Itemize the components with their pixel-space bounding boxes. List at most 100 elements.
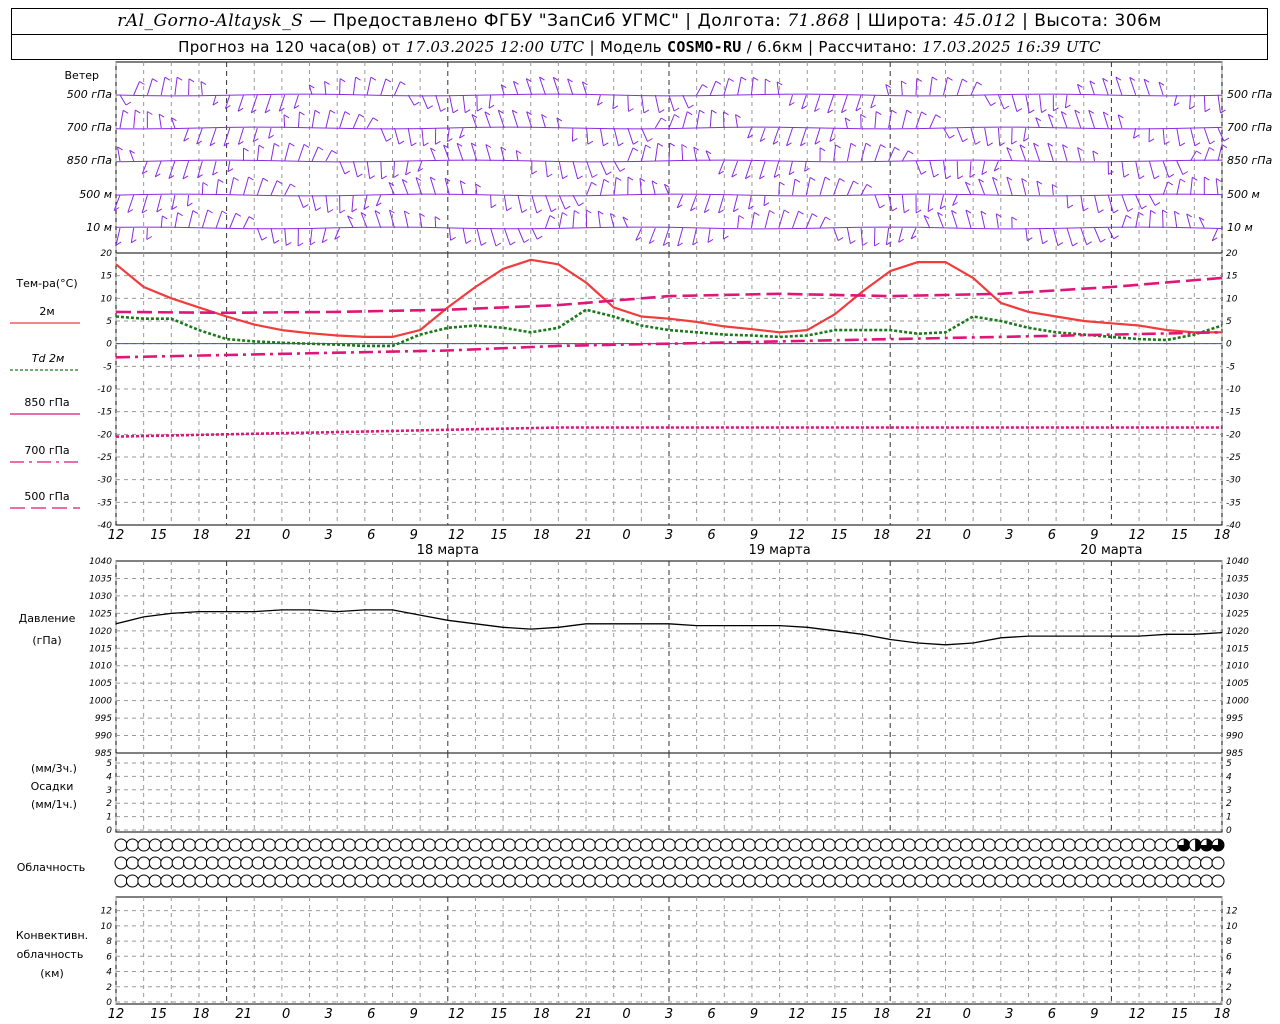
wind-barb	[1092, 150, 1095, 162]
wind-barb	[737, 215, 740, 229]
temp-ytick-right: -25	[1226, 453, 1241, 463]
x-tick-label-bottom: 12	[448, 1007, 465, 1022]
wind-barb-feather	[711, 109, 717, 114]
cloud-circle	[308, 838, 322, 852]
wind-barb-feather	[1125, 214, 1132, 219]
wind-barb	[846, 180, 854, 196]
cloud-circle	[914, 874, 928, 888]
cloud-circle	[1028, 874, 1042, 888]
wind-barb-feather	[1011, 216, 1018, 221]
wind-barb	[984, 127, 989, 146]
cloud-circle	[1200, 874, 1214, 888]
wind-barb-feather	[880, 144, 886, 149]
wind-barb	[833, 178, 840, 196]
cloud-circle	[811, 838, 825, 852]
wind-barb	[517, 194, 523, 213]
wind-barb-feather	[824, 176, 831, 181]
wind-barb-feather	[657, 142, 664, 147]
x-tick-label: 15	[491, 528, 508, 543]
cloud-circle	[685, 838, 699, 852]
cloud-circle	[388, 856, 402, 870]
x-tick-label: 21	[235, 528, 252, 543]
cloud-circle	[731, 856, 745, 870]
wind-barb-feather	[1141, 205, 1147, 210]
x-tick-label-bottom: 9	[1090, 1007, 1098, 1022]
wind-barb-feather	[562, 175, 568, 180]
x-tick-label: 6	[707, 528, 715, 543]
pressure-ytick-left: 1010	[89, 662, 112, 672]
wind-panel-title: Ветер	[65, 69, 99, 82]
wind-barb	[325, 150, 333, 162]
wind-barb	[339, 160, 346, 175]
cloud-circle	[228, 856, 242, 870]
wind-barb	[970, 127, 976, 145]
wind-barb-feather	[1127, 208, 1134, 212]
cloud-circle	[731, 838, 745, 852]
wind-barb	[352, 77, 357, 96]
wind-barb-feather	[276, 180, 283, 185]
cloud-circle	[583, 856, 597, 870]
cloud-circle	[1040, 874, 1054, 888]
cloud-circle	[537, 838, 551, 852]
wind-barb-feather	[1167, 181, 1174, 186]
wind-barb-feather	[1221, 144, 1228, 149]
temp-ytick-left: -25	[97, 453, 112, 463]
cloud-circle	[194, 856, 208, 870]
pressure-ytick-right: 1040	[1226, 557, 1249, 567]
wind-barb-feather	[176, 76, 183, 81]
cloud-circle	[1154, 874, 1168, 888]
cloud-circle	[674, 838, 688, 852]
wind-barb-feather	[329, 109, 336, 114]
cloud-circle	[1040, 838, 1054, 852]
wind-barb-feather	[358, 113, 365, 118]
cloud-circle	[1051, 856, 1065, 870]
wind-barb	[1176, 127, 1181, 146]
pressure-ytick-right: 1005	[1226, 679, 1249, 689]
wind-barb-feather	[299, 111, 305, 116]
wind-barb	[915, 78, 918, 96]
cloud-circle	[960, 838, 974, 852]
wind-barb	[1121, 160, 1125, 178]
wind-barb-feather	[907, 150, 914, 155]
cloud-circle	[754, 856, 768, 870]
wind-barb	[1094, 194, 1099, 213]
cloud-circle	[937, 856, 951, 870]
cloud-circle	[183, 838, 197, 852]
cloud-circle	[914, 838, 928, 852]
wind-barb	[186, 194, 190, 207]
cloud-circle	[822, 838, 836, 852]
wind-barb	[927, 194, 931, 212]
temp-ytick-left: -15	[97, 408, 112, 418]
x-tick-label-bottom: 18	[1214, 1007, 1231, 1022]
cloud-circle	[1005, 874, 1019, 888]
wind-barb	[284, 227, 287, 246]
wind-barb	[545, 194, 552, 212]
wind-barb	[641, 144, 647, 162]
wind-barb	[133, 110, 136, 129]
cloud-circle	[434, 856, 448, 870]
cloud-circle	[845, 838, 859, 852]
wind-barb	[174, 212, 179, 229]
cloud-circle	[594, 838, 608, 852]
wind-level-10m-right: 10 м	[1227, 221, 1253, 234]
wind-barb	[956, 127, 964, 142]
wind-barb	[599, 179, 605, 196]
wind-barb-feather	[612, 105, 619, 110]
wind-barb-feather	[632, 147, 639, 152]
wind-barb-feather	[1113, 235, 1119, 240]
wind-barb	[885, 227, 890, 245]
wind-barb-feather	[572, 137, 578, 142]
wind-barb	[627, 127, 634, 145]
cloud-circle	[994, 874, 1008, 888]
cloud-circle	[594, 856, 608, 870]
x-tick-label: 21	[916, 528, 933, 543]
wind-barb-feather	[1113, 209, 1119, 214]
wind-barb-feather	[536, 235, 543, 240]
wind-barb-feather	[860, 113, 866, 118]
wind-barb	[158, 114, 162, 129]
wind-barb-feather	[615, 176, 622, 181]
wind-barb	[1190, 177, 1193, 196]
wind-barb	[627, 94, 629, 112]
legend-label: 700 гПа	[24, 444, 69, 457]
precip-ytick-right: 5	[1226, 759, 1232, 769]
